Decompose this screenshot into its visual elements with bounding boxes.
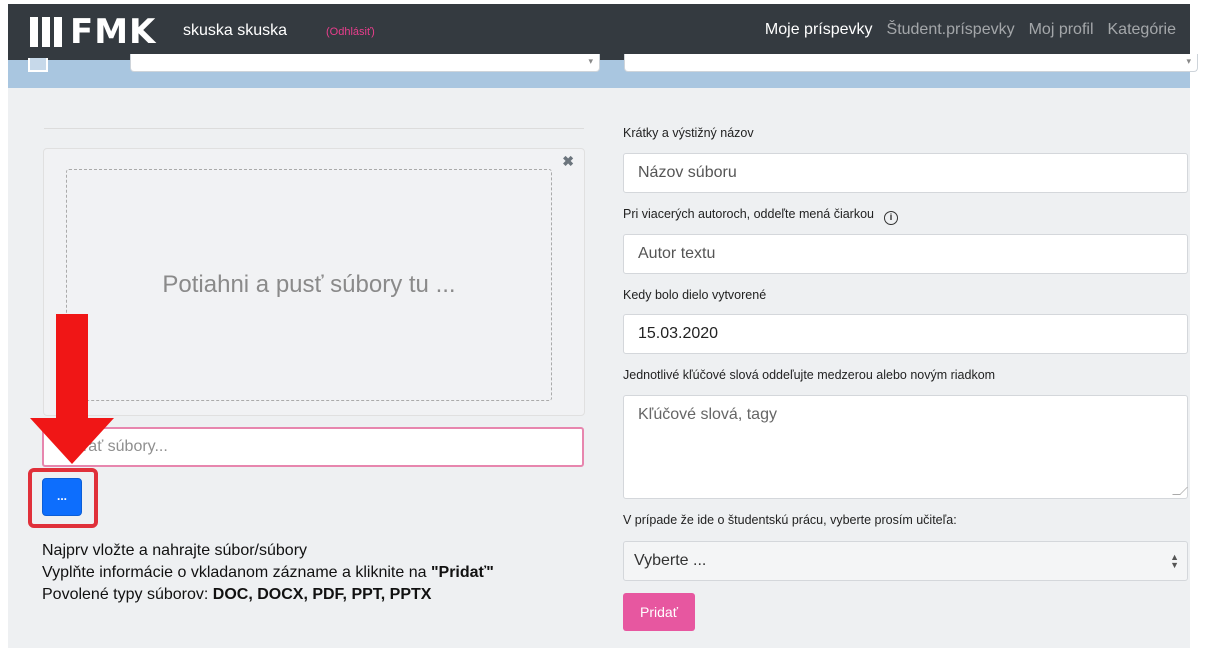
strip-checkbox[interactable] (28, 58, 48, 72)
submit-button[interactable]: Pridať (623, 593, 695, 631)
author-label: Pri viacerých autoroch, oddeľte mená čia… (623, 207, 898, 225)
divider (44, 128, 584, 129)
keywords-label: Jednotlivé kľúčové slová oddeľujte medze… (623, 368, 996, 382)
chevron-down-icon: ▾ (1186, 56, 1191, 66)
instruction-line: Najprv vložte a nahrajte súbor/súbory (42, 542, 308, 559)
red-arrow-head-icon (30, 418, 114, 464)
nav-links: Moje príspevky Študent.príspevky Moj pro… (765, 21, 1176, 39)
logout-link[interactable]: (Odhlásiť) (326, 26, 375, 38)
dropzone-text: Potiahni a pusť súbory tu ... (162, 271, 456, 298)
nav-student-posts[interactable]: Študent.príspevky (887, 21, 1015, 39)
instruction-line: Povolené typy súborov: DOC, DOCX, PDF, P… (42, 586, 432, 603)
close-icon[interactable]: ✖ (562, 153, 574, 170)
select-arrows-icon: ▲ ▼ (1170, 552, 1179, 570)
logo-bars-icon (30, 17, 62, 47)
top-navbar: FMK skuska skuska (Odhlásiť) Moje príspe… (8, 4, 1190, 60)
nav-my-profile[interactable]: Moj profil (1029, 21, 1094, 39)
logo-text: FMK (70, 12, 157, 52)
file-select-input[interactable]: Vybrať súbory... (42, 427, 584, 467)
highlight-box (28, 468, 98, 528)
date-input[interactable]: 15.03.2020 (623, 314, 1188, 354)
title-input[interactable]: Názov súboru (623, 153, 1188, 193)
teacher-label: V prípade že ide o študentskú prácu, vyb… (623, 513, 957, 527)
strip-select-right[interactable]: ▾ (624, 54, 1198, 72)
keywords-textarea[interactable]: Kľúčové slová, tagy (623, 395, 1188, 499)
nav-my-posts[interactable]: Moje príspevky (765, 21, 873, 39)
resize-handle-icon[interactable] (1172, 487, 1188, 495)
red-arrow-icon (56, 314, 88, 420)
upload-card: ✖ Potiahni a pusť súbory tu ... (43, 148, 585, 416)
strip-select-left[interactable]: ▾ (130, 54, 600, 72)
date-label: Kedy bolo dielo vytvorené (623, 288, 767, 302)
instruction-line: Vyplňte informácie o vkladanom zázname a… (42, 564, 494, 581)
keywords-placeholder: Kľúčové slová, tagy (638, 406, 777, 423)
info-icon[interactable]: i (884, 211, 898, 225)
chevron-down-icon: ▾ (588, 56, 593, 66)
teacher-selected-value: Vyberte ... (634, 552, 707, 569)
page: FMK skuska skuska (Odhlásiť) Moje príspe… (0, 0, 1210, 648)
user-name: skuska skuska (183, 22, 288, 39)
teacher-select[interactable]: Vyberte ... ▲ ▼ (623, 541, 1188, 581)
upload-instructions: Najprv vložte a nahrajte súbor/súbory Vy… (42, 540, 494, 606)
author-input[interactable]: Autor textu (623, 234, 1188, 274)
filter-strip: ▾ ▾ (8, 54, 1198, 88)
title-label: Krátky a výstižný názov (623, 126, 754, 140)
fmk-logo[interactable]: FMK (30, 14, 156, 50)
nav-categories[interactable]: Kategórie (1108, 21, 1177, 39)
file-dropzone[interactable]: Potiahni a pusť súbory tu ... (66, 169, 552, 401)
main-content: ✖ Potiahni a pusť súbory tu ... Vybrať s… (8, 88, 1190, 648)
